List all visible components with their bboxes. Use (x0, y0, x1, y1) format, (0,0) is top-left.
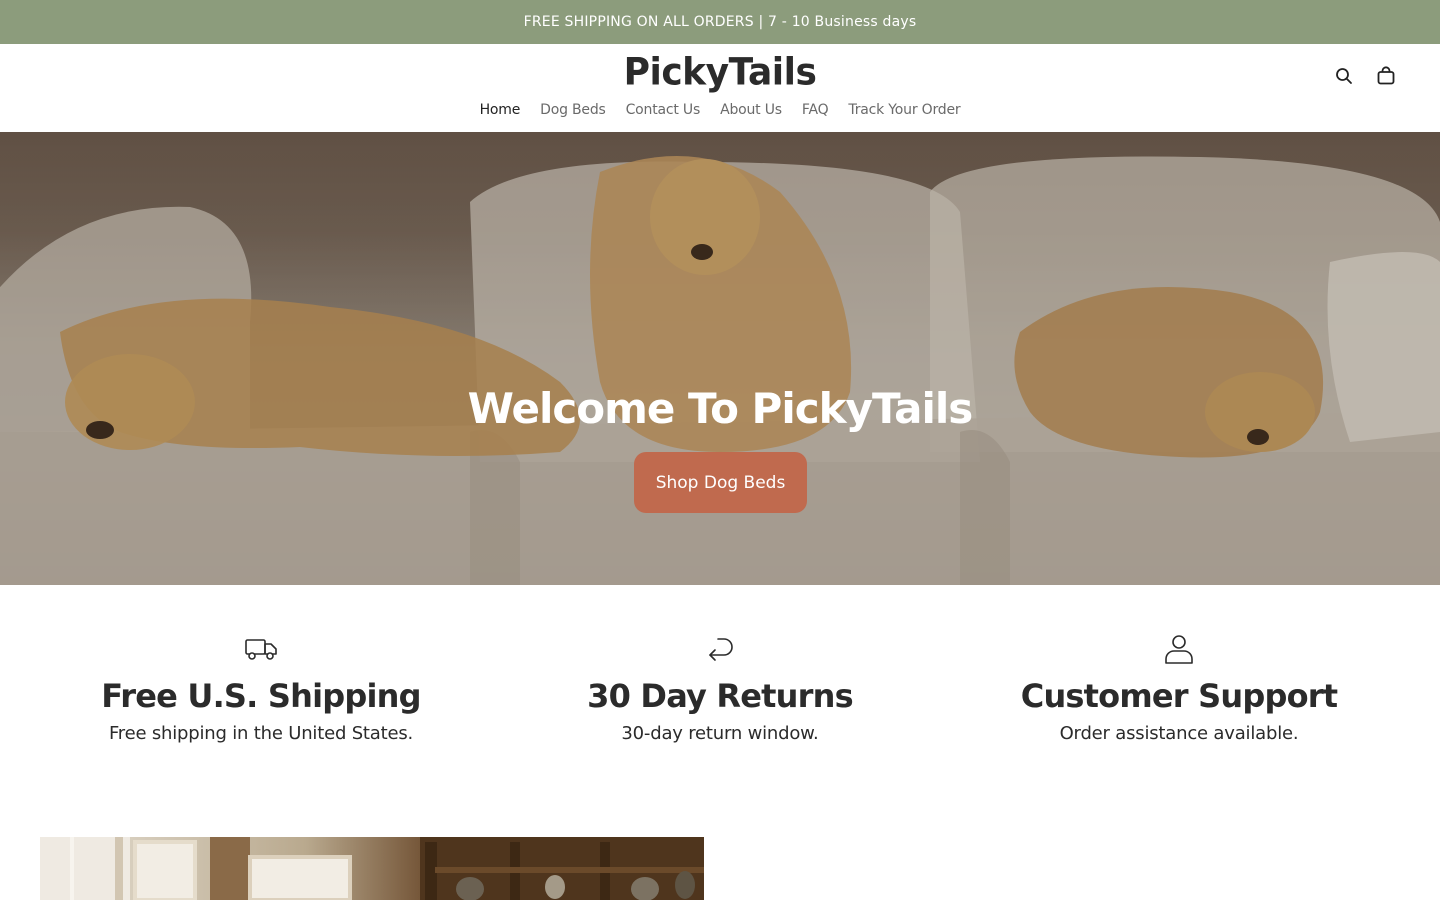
cart-icon[interactable] (1376, 66, 1396, 86)
feature-title: Customer Support (1020, 677, 1338, 715)
announcement-bar: FREE SHIPPING ON ALL ORDERS | 7 - 10 Bus… (0, 0, 1440, 44)
shop-dog-beds-button[interactable]: Shop Dog Beds (634, 452, 807, 513)
features-section: Free U.S. Shipping Free shipping in the … (0, 585, 1440, 785)
feature-shipping: Free U.S. Shipping Free shipping in the … (41, 631, 481, 744)
nav-item-contact-us[interactable]: Contact Us (626, 102, 701, 118)
feature-support: Customer Support Order assistance availa… (959, 631, 1399, 744)
nav-item-faq[interactable]: FAQ (802, 102, 829, 118)
nav-item-about-us[interactable]: About Us (720, 102, 782, 118)
hero-image (0, 132, 1440, 585)
main-nav: Home Dog Beds Contact Us About Us FAQ Tr… (0, 102, 1440, 118)
feature-text: Free shipping in the United States. (108, 723, 414, 744)
search-icon[interactable] (1334, 66, 1354, 86)
feature-title: 30 Day Returns (587, 677, 853, 715)
header-icons (1334, 66, 1396, 86)
nav-item-dog-beds[interactable]: Dog Beds (540, 102, 606, 118)
feature-title: Free U.S. Shipping (101, 677, 421, 715)
hero-title: Welcome To PickyTails (467, 384, 974, 433)
nav-item-home[interactable]: Home (480, 102, 521, 118)
feature-returns: 30 Day Returns 30-day return window. (500, 631, 940, 744)
truck-icon (245, 639, 277, 660)
hero-banner: Welcome To PickyTails Shop Dog Beds (0, 132, 1440, 585)
feature-text: Order assistance available. (1059, 723, 1299, 744)
person-icon (1165, 635, 1193, 664)
announcement-text: FREE SHIPPING ON ALL ORDERS | 7 - 10 Bus… (523, 14, 917, 30)
lifestyle-image (40, 837, 704, 900)
logo-text[interactable]: PickyTails (624, 51, 817, 94)
feature-text: 30-day return window. (621, 723, 819, 744)
site-logo[interactable]: PickyTails (0, 51, 1440, 94)
nav-item-track-order[interactable]: Track Your Order (848, 102, 960, 118)
lifestyle-image-graphic (40, 837, 704, 900)
return-arrow-icon (709, 638, 733, 661)
site-header: PickyTails Home Dog Beds Contact Us Abou… (0, 44, 1440, 132)
